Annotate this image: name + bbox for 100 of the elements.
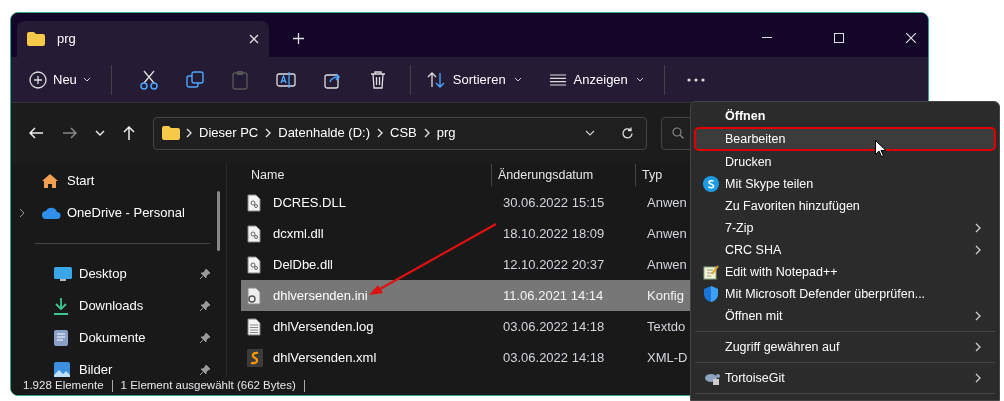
- lines-icon: [549, 73, 566, 86]
- breadcrumb[interactable]: Dieser PC: [199, 123, 259, 143]
- file-name: dcxml.dll: [273, 224, 325, 243]
- modified-date: 30.06.2022 15:15: [503, 193, 606, 212]
- selection-info: 1 Element ausgewählt (662 Bytes): [120, 378, 296, 394]
- menu-item[interactable]: Zu Favoriten hinzufügen: [695, 195, 995, 217]
- share-icon[interactable]: [323, 70, 342, 89]
- minimize-icon[interactable]: [762, 37, 772, 39]
- submenu-chevron-icon: [975, 373, 981, 383]
- modified-date: 03.06.2022 14:18: [503, 317, 606, 336]
- submenu-chevron-icon: [975, 223, 981, 233]
- address-bar[interactable]: Dieser PC Datenhalde (D:) CSB prg: [153, 116, 647, 150]
- breadcrumb[interactable]: CSB: [390, 123, 417, 143]
- maximize-icon[interactable]: [834, 33, 844, 43]
- back-arrow-icon[interactable]: [29, 127, 43, 139]
- caret-icon: [635, 77, 644, 82]
- sidebar-item[interactable]: Dokumente: [19, 322, 226, 354]
- tab[interactable]: prg: [17, 21, 269, 57]
- file-type: Anwen: [647, 224, 687, 243]
- file-type: Konfig: [647, 286, 684, 305]
- plus-circle-icon: [29, 70, 47, 89]
- tab-title: prg: [57, 30, 77, 49]
- sort-arrows-icon: [426, 71, 445, 88]
- pin-icon: [200, 301, 210, 311]
- sidebar-item[interactable]: Start: [19, 165, 226, 197]
- file-name: dhlVersenden.xml: [273, 348, 378, 367]
- submenu-chevron-icon: [975, 311, 981, 321]
- notepad-icon: [703, 264, 719, 280]
- menu-item[interactable]: Öffnen: [695, 105, 995, 127]
- chevron-icon[interactable]: [19, 208, 25, 218]
- file-name: DelDbe.dll: [273, 255, 334, 274]
- close-icon[interactable]: [906, 33, 916, 43]
- trash-icon[interactable]: [369, 70, 386, 89]
- new-button[interactable]: Neu: [25, 63, 95, 96]
- s-file-icon: [247, 348, 263, 367]
- submenu-chevron-icon: [975, 342, 981, 352]
- copy-icon[interactable]: [185, 70, 204, 89]
- file-type: Textdo: [647, 317, 686, 336]
- search-icon: [672, 127, 684, 139]
- forward-arrow-icon[interactable]: [63, 127, 77, 139]
- sort-button[interactable]: Sortieren: [422, 63, 526, 96]
- download-icon: [53, 297, 69, 315]
- file-type: Anwen: [647, 193, 687, 212]
- menu-item[interactable]: Edit with Notepad++: [695, 261, 995, 283]
- modified-date: 12.10.2022 20:37: [503, 255, 606, 274]
- picture-icon: [53, 361, 71, 377]
- file-type: Anwen: [647, 255, 687, 274]
- menu-item[interactable]: Zugriff gewähren auf: [695, 336, 995, 358]
- column-header[interactable]: Name: [241, 165, 491, 185]
- chevron-down-icon[interactable]: [95, 130, 105, 136]
- file-icon: [247, 255, 261, 274]
- text-file-icon: [247, 317, 261, 336]
- new-tab-icon[interactable]: [293, 33, 304, 44]
- pin-icon: [200, 333, 210, 343]
- menu-item[interactable]: Bearbeiten: [695, 128, 995, 150]
- sidebar-item[interactable]: Downloads: [19, 290, 226, 322]
- cursor-icon: [875, 140, 886, 157]
- cut-icon[interactable]: [139, 69, 158, 90]
- menu-item[interactable]: Mit Skype teilen: [695, 173, 995, 195]
- menu-item[interactable]: TortoiseGit: [695, 367, 995, 389]
- file-name: DCRES.DLL: [273, 193, 347, 212]
- caret-icon: [82, 77, 91, 82]
- shield-icon: [703, 285, 719, 303]
- file-name: dhlversenden.ini: [273, 286, 369, 305]
- folder-icon: [162, 126, 180, 140]
- close-tab-icon[interactable]: [249, 34, 259, 44]
- menu-item[interactable]: Drucken: [695, 151, 995, 173]
- s-circle-icon: [703, 176, 719, 192]
- pin-icon: [200, 269, 210, 279]
- column-header[interactable]: Typ: [636, 165, 663, 185]
- dropdown-icon[interactable]: [585, 130, 595, 136]
- caret-icon: [513, 77, 522, 82]
- pin-icon: [200, 365, 210, 375]
- sidebar-item[interactable]: OneDrive - Personal: [19, 197, 226, 229]
- file-name: dhlVersenden.log: [273, 317, 375, 336]
- file-type: XML-D: [647, 348, 688, 367]
- modified-date: 03.06.2022 14:18: [503, 348, 606, 367]
- breadcrumb[interactable]: prg: [436, 123, 456, 143]
- menu-item[interactable]: 7-Zip: [695, 217, 995, 239]
- view-button[interactable]: Anzeigen: [545, 63, 648, 96]
- file-icon: [247, 286, 261, 305]
- monitor-icon: [53, 266, 73, 282]
- home-icon: [41, 173, 59, 189]
- file-icon: [247, 224, 261, 243]
- refresh-icon[interactable]: [621, 126, 634, 140]
- up-arrow-icon[interactable]: [123, 126, 135, 140]
- breadcrumb[interactable]: Datenhalde (D:): [278, 123, 371, 143]
- submenu-chevron-icon: [975, 245, 981, 255]
- item-count: 1.928 Elemente: [23, 378, 104, 394]
- document-icon: [53, 329, 69, 347]
- modified-date: 11.06.2021 14:14: [503, 286, 605, 305]
- menu-item[interactable]: CRC SHA: [695, 239, 995, 261]
- cloud-icon: [41, 207, 61, 219]
- file-icon: [247, 193, 261, 212]
- column-header[interactable]: Änderungsdatum: [492, 165, 635, 185]
- rename-icon[interactable]: [275, 70, 296, 89]
- folder-icon: [27, 32, 45, 46]
- sidebar-item[interactable]: Desktop: [19, 258, 226, 290]
- modified-date: 18.10.2022 18:09: [503, 224, 606, 243]
- more-icon[interactable]: [686, 77, 705, 82]
